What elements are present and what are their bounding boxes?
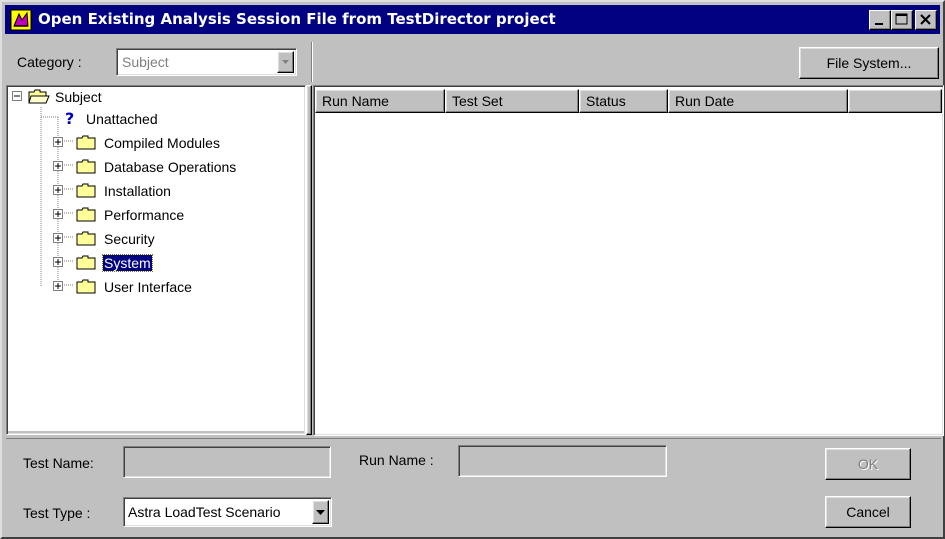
- folder-icon: [76, 183, 96, 198]
- tree-item-performance[interactable]: Performance: [8, 205, 304, 227]
- tree-item-system[interactable]: System: [8, 253, 304, 275]
- tree-root[interactable]: Subject: [8, 87, 304, 109]
- app-icon: [10, 9, 32, 31]
- test-type-combo[interactable]: Astra LoadTest Scenario: [123, 497, 332, 527]
- category-dropdown-button[interactable]: [277, 51, 294, 73]
- collapse-icon[interactable]: [12, 91, 23, 102]
- close-icon: [920, 14, 931, 25]
- expand-icon[interactable]: [53, 233, 64, 244]
- tree-item-label: Security: [104, 231, 155, 247]
- category-combo[interactable]: Subject: [116, 48, 297, 76]
- tree-item-user-interface[interactable]: User Interface: [8, 277, 304, 299]
- test-name-label: Test Name:: [23, 455, 94, 471]
- tree-item-compiled-modules[interactable]: Compiled Modules: [8, 133, 304, 155]
- expand-icon[interactable]: [53, 185, 64, 196]
- folder-icon: [76, 135, 96, 150]
- tree-root-label: Subject: [55, 89, 102, 105]
- title-bar[interactable]: Open Existing Analysis Session File from…: [5, 5, 940, 34]
- folder-icon: [76, 207, 96, 222]
- bottom-divider: [6, 438, 941, 439]
- category-value: Subject: [122, 54, 169, 70]
- tree-item-label: User Interface: [104, 279, 192, 295]
- close-button[interactable]: [915, 10, 937, 30]
- tree-item-database-operations[interactable]: Database Operations: [8, 157, 304, 179]
- folder-icon: [76, 231, 96, 246]
- expand-icon[interactable]: [53, 161, 64, 172]
- header-divider-highlight: [312, 42, 313, 82]
- folder-icon: [76, 255, 96, 270]
- question-icon: ?: [65, 109, 74, 128]
- run-name-label: Run Name :: [359, 452, 434, 468]
- run-name-field[interactable]: [458, 445, 667, 477]
- tree-item-installation[interactable]: Installation: [8, 181, 304, 203]
- test-type-label: Test Type :: [23, 505, 91, 521]
- tree-item-label: Installation: [104, 183, 171, 199]
- tree-item-unattached[interactable]: ? Unattached: [8, 109, 304, 131]
- tree-item-security[interactable]: Security: [8, 229, 304, 251]
- column-header-status[interactable]: Status: [579, 89, 668, 113]
- panel-splitter[interactable]: [306, 85, 312, 435]
- column-header-extra[interactable]: [848, 89, 942, 113]
- cancel-button[interactable]: Cancel: [825, 496, 911, 528]
- open-folder-icon: [28, 89, 50, 104]
- test-type-dropdown-button[interactable]: [312, 500, 329, 524]
- chevron-down-icon: [282, 60, 289, 64]
- maximize-button[interactable]: [891, 10, 913, 30]
- ok-button[interactable]: OK: [825, 448, 911, 480]
- subject-tree[interactable]: Subject ? Unattached Compiled Modules Da…: [8, 87, 304, 431]
- column-header-test-set[interactable]: Test Set: [445, 89, 579, 113]
- dialog-window: Open Existing Analysis Session File from…: [0, 0, 945, 539]
- tree-item-label: Database Operations: [104, 159, 237, 175]
- tree-item-label: Performance: [104, 207, 185, 223]
- minimize-button[interactable]: [869, 10, 891, 30]
- svg-text:?: ?: [65, 109, 74, 128]
- minimize-icon: [875, 23, 883, 25]
- expand-icon[interactable]: [53, 281, 64, 292]
- test-name-field[interactable]: [123, 446, 331, 478]
- category-label: Category :: [17, 54, 82, 70]
- tree-item-label: Compiled Modules: [104, 135, 220, 151]
- folder-icon: [76, 279, 96, 294]
- maximize-icon: [895, 13, 908, 25]
- folder-icon: [76, 159, 96, 174]
- run-list[interactable]: Run Name Test Set Status Run Date: [315, 87, 942, 434]
- test-type-value: Astra LoadTest Scenario: [128, 504, 281, 520]
- column-header-run-name[interactable]: Run Name: [315, 89, 445, 113]
- tree-item-label-selected: System: [102, 254, 153, 272]
- tree-item-label: Unattached: [86, 111, 158, 127]
- window-title: Open Existing Analysis Session File from…: [38, 10, 556, 28]
- chevron-down-icon: [316, 510, 325, 515]
- expand-icon[interactable]: [53, 257, 64, 268]
- file-system-button[interactable]: File System...: [799, 47, 939, 79]
- column-header-run-date[interactable]: Run Date: [668, 89, 848, 113]
- expand-icon[interactable]: [53, 209, 64, 220]
- expand-icon[interactable]: [53, 137, 64, 148]
